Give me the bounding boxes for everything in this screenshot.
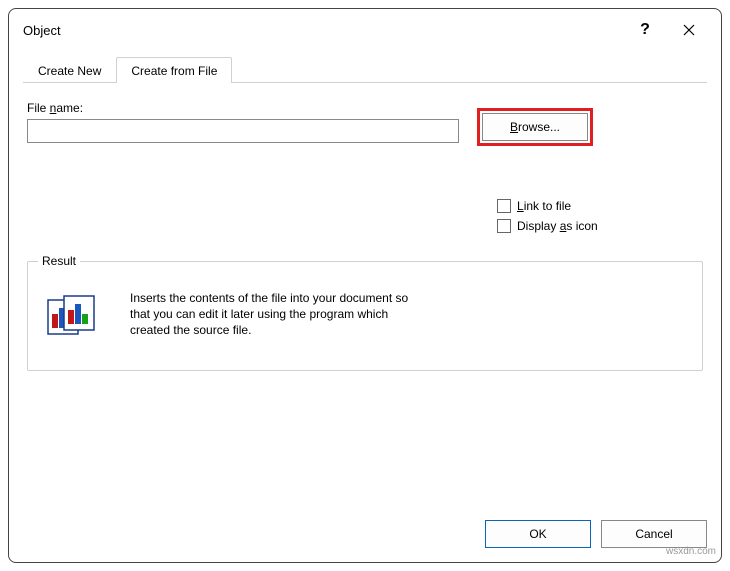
cancel-button[interactable]: Cancel <box>601 520 707 548</box>
tabstrip: Create New Create from File <box>23 55 707 83</box>
ok-button[interactable]: OK <box>485 520 591 548</box>
browse-button[interactable]: Browse... <box>482 113 588 141</box>
titlebar: Object ? <box>9 9 721 49</box>
tab-create-from-file[interactable]: Create from File <box>116 57 232 83</box>
result-group: Result Inserts the contents of the file … <box>27 261 703 371</box>
dialog-content: Create New Create from File File name: B… <box>9 49 721 510</box>
close-button[interactable] <box>667 17 711 43</box>
embed-file-icon <box>46 294 98 341</box>
object-dialog: Object ? Create New Create from File Fil… <box>8 8 722 563</box>
close-icon <box>683 24 695 36</box>
link-to-file-label: Link to file <box>517 199 571 213</box>
tabpage-create-from-file: File name: Browse... Link to file <box>23 83 707 498</box>
browse-highlight: Browse... <box>477 108 593 146</box>
link-to-file-checkbox[interactable] <box>497 199 511 213</box>
display-as-icon-row[interactable]: Display as icon <box>497 219 703 233</box>
filename-label: File name: <box>27 101 459 115</box>
dialog-title: Object <box>23 23 61 38</box>
tab-create-new[interactable]: Create New <box>23 57 116 83</box>
display-as-icon-checkbox[interactable] <box>497 219 511 233</box>
result-legend: Result <box>38 254 80 268</box>
dialog-footer: OK Cancel <box>9 510 721 562</box>
link-to-file-row[interactable]: Link to file <box>497 199 703 213</box>
filename-input[interactable] <box>27 119 459 143</box>
help-button[interactable]: ? <box>623 17 667 43</box>
display-as-icon-label: Display as icon <box>517 219 598 233</box>
options-block: Link to file Display as icon <box>497 199 703 239</box>
help-icon: ? <box>640 22 650 38</box>
result-text: Inserts the contents of the file into yo… <box>130 290 430 339</box>
filename-row: File name: Browse... <box>27 101 703 143</box>
